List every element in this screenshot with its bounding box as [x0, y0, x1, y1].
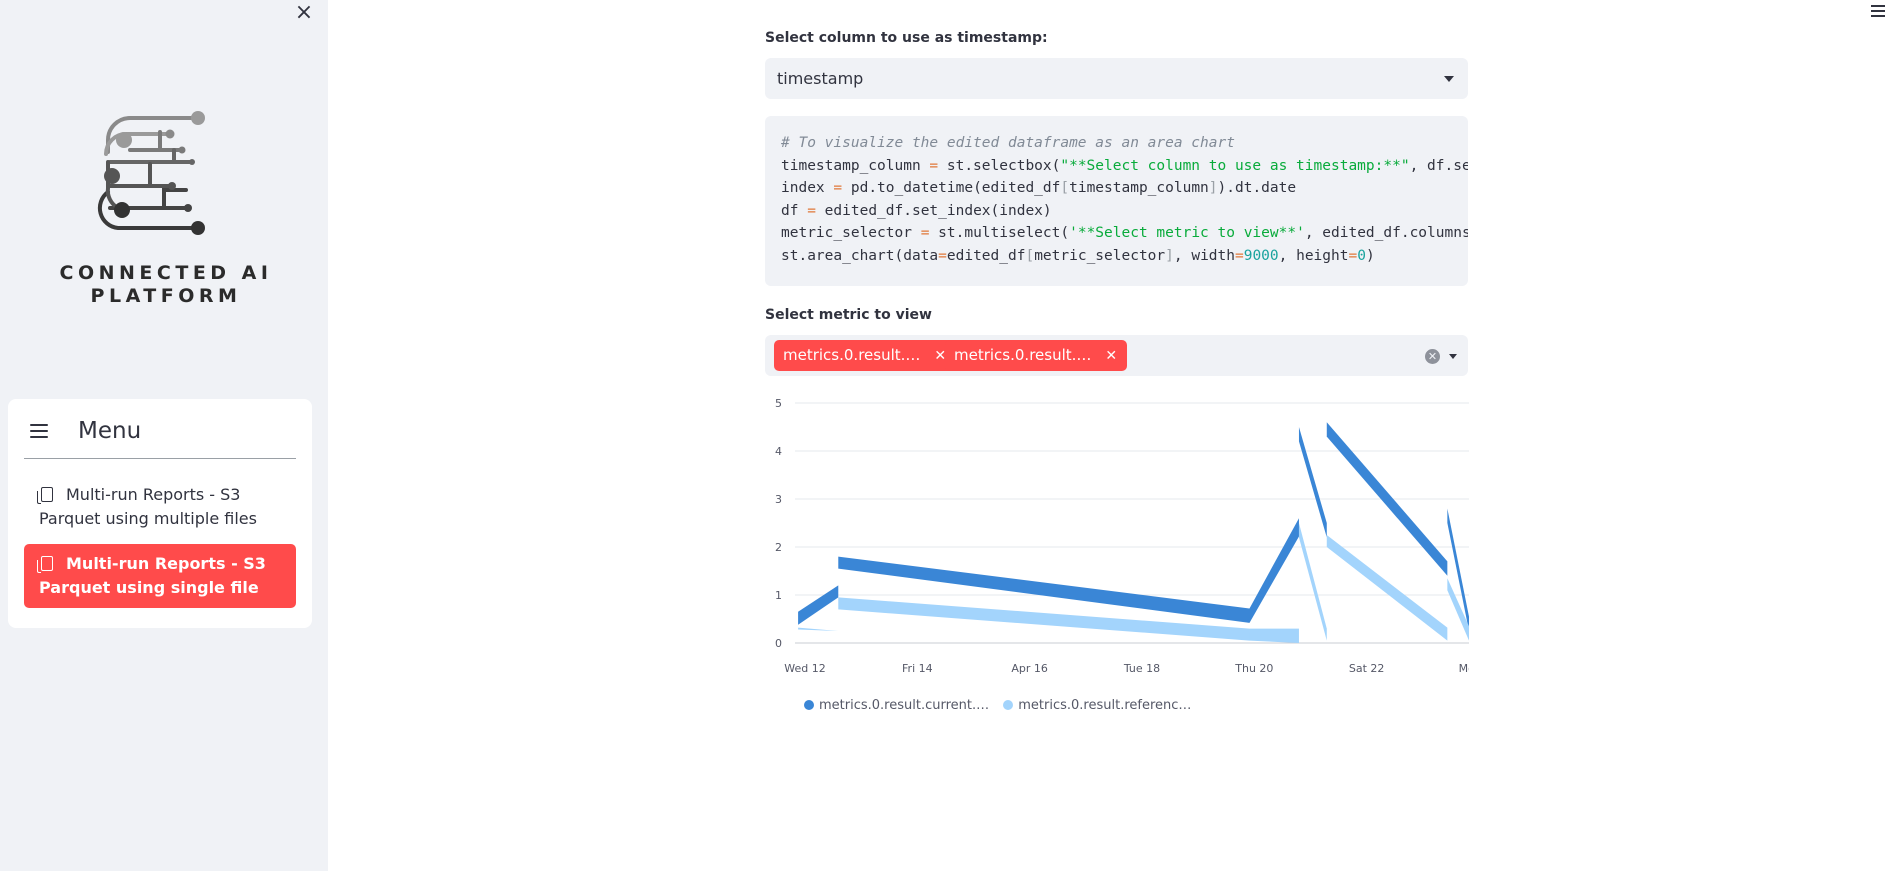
close-icon[interactable]: ✕ — [1105, 348, 1117, 364]
clear-all-icon[interactable]: ✕ — [1425, 349, 1440, 364]
y-tick-label: 0 — [775, 637, 782, 650]
legend-label: metrics.0.result.referenc… — [1018, 698, 1192, 713]
logo-text: CONNECTED AI PLATFORM — [30, 262, 302, 308]
logo-text-line2: PLATFORM — [90, 285, 242, 307]
metric-multiselect[interactable]: metrics.0.result.… ✕ metrics.0.result.… ✕ … — [765, 335, 1468, 376]
timestamp-select[interactable]: timestamp — [765, 58, 1468, 99]
menu-item-label: Multi-run Reports - S3 Parquet using mul… — [39, 485, 257, 528]
chevron-down-icon[interactable] — [1449, 354, 1457, 359]
menu-item-multiple-files[interactable]: Multi-run Reports - S3 Parquet using mul… — [24, 475, 296, 539]
y-tick-label: 3 — [775, 493, 782, 506]
menu-card: Menu Multi-run Reports - S3 Parquet usin… — [8, 399, 312, 628]
code-block: # To visualize the edited dataframe as a… — [765, 116, 1468, 286]
y-tick-label: 2 — [775, 541, 782, 554]
metric-chip[interactable]: metrics.0.result.… ✕ — [945, 340, 1128, 371]
code-line: df = edited_df.set_index(index) — [781, 202, 1052, 219]
code-line: # To visualize the edited dataframe as a… — [781, 135, 1235, 151]
code-line: timestamp_column = st.selectbox("**Selec… — [781, 157, 1468, 174]
y-tick-label: 5 — [775, 397, 782, 410]
close-icon[interactable]: × — [293, 2, 315, 24]
x-tick-label: Wed 12 — [784, 662, 825, 675]
document-icon — [37, 487, 53, 504]
code-line: metric_selector = st.multiselect('**Sele… — [781, 225, 1468, 241]
chart-legend: metrics.0.result.current.… metrics.0.res… — [804, 698, 1201, 713]
code-line: st.area_chart(data=edited_df[metric_sele… — [781, 247, 1375, 264]
y-tick-label: 4 — [775, 445, 782, 458]
metric-chip[interactable]: metrics.0.result.… ✕ — [774, 340, 957, 371]
timestamp-select-label: Select column to use as timestamp: — [765, 30, 1048, 46]
area-chart: 0 1 2 3 4 5 Wed 12 Fri 14 Apr 16 Tue 18 Thu 20 Sat … — [775, 397, 1469, 675]
x-tick-label: Thu 20 — [1234, 662, 1273, 675]
main-menu-icon[interactable] — [1871, 5, 1885, 17]
document-icon — [37, 556, 53, 573]
area-band-segment — [1298, 523, 1327, 641]
sidebar: × CONNECTED AI PLATFORM Menu Multi-run R… — [0, 0, 328, 871]
y-tick-label: 1 — [775, 589, 782, 602]
menu-item-label: Multi-run Reports - S3 Parquet using sin… — [39, 554, 266, 597]
legend-dot — [804, 700, 814, 710]
x-tick-label: Mon 24 — [1459, 662, 1469, 675]
metric-chip-label: metrics.0.result.… — [783, 346, 921, 364]
timestamp-select-value: timestamp — [777, 69, 864, 88]
connected-ai-logo — [97, 111, 205, 235]
logo-text-line1: CONNECTED AI — [59, 262, 273, 284]
legend-dot — [1003, 700, 1014, 710]
menu-header — [24, 413, 296, 459]
menu-title: Menu — [78, 418, 142, 444]
code-line: index = pd.to_datetime(edited_df[timesta… — [781, 180, 1297, 196]
menu-item-single-file[interactable]: Multi-run Reports - S3 Parquet using sin… — [24, 544, 296, 608]
legend-item[interactable]: metrics.0.result.current.… — [804, 698, 989, 713]
area-band-segment — [798, 585, 839, 625]
x-tick-label: Fri 14 — [902, 662, 933, 675]
x-tick-label: Tue 18 — [1123, 662, 1160, 675]
legend-item[interactable]: metrics.0.result.referenc… — [1003, 698, 1191, 713]
legend-label: metrics.0.result.current.… — [819, 698, 990, 713]
area-band-segment — [798, 627, 839, 631]
area-band-segment — [1298, 427, 1327, 538]
metric-select-label: Select metric to view — [765, 307, 932, 323]
chevron-down-icon — [1444, 76, 1454, 82]
x-tick-label: Apr 16 — [1011, 662, 1048, 675]
area-band-segment — [1249, 518, 1299, 623]
x-tick-label: Sat 22 — [1349, 662, 1385, 675]
area-band-segment — [1249, 628, 1299, 643]
metric-chip-label: metrics.0.result.… — [954, 346, 1092, 364]
hamburger-icon — [30, 424, 48, 438]
